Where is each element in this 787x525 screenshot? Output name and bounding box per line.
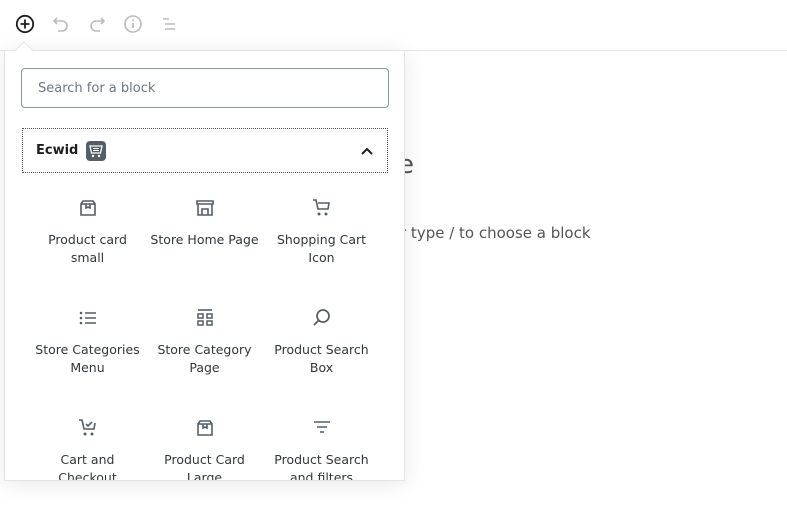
search-icon [312, 309, 330, 326]
block-list: Product card small Store Home Page Shoppin… [29, 191, 380, 481]
plus-circle-icon [15, 14, 35, 34]
block-item[interactable]: Product Search and filters [263, 411, 380, 481]
block-item[interactable]: Product Search Box [263, 301, 380, 411]
list-icon [163, 18, 175, 30]
chevron-up-icon[interactable] [360, 141, 374, 160]
block-hint[interactable]: r type / to choose a block [400, 224, 591, 242]
block-label: Store Category Page [157, 342, 252, 375]
cart-check-icon [78, 419, 96, 436]
grid-icon [196, 309, 213, 326]
block-item[interactable]: Product card small [29, 191, 146, 301]
block-search-input[interactable] [21, 68, 389, 108]
block-label: Store Categories Menu [35, 342, 140, 375]
store-icon [195, 200, 214, 216]
block-label: Product Search and filters [274, 452, 369, 481]
add-block-button[interactable] [13, 12, 37, 36]
block-label: Product Search Box [274, 342, 369, 375]
block-label: Product Card Large [164, 452, 245, 481]
cart-icon [312, 199, 330, 216]
redo-icon [90, 17, 106, 32]
block-label: Cart and Checkout [58, 452, 117, 481]
ecwid-panel-header[interactable]: Ecwid [22, 128, 388, 173]
block-label: Shopping Cart Icon [276, 232, 367, 265]
ecwid-cart-icon [86, 140, 107, 161]
redo-button[interactable] [85, 12, 109, 36]
box-icon [79, 200, 96, 216]
block-label: Store Home Page [150, 232, 259, 247]
block-item[interactable]: Store Category Page [146, 301, 263, 411]
info-button[interactable] [121, 12, 145, 36]
block-item[interactable]: Store Home Page [146, 191, 263, 301]
undo-icon [52, 17, 68, 32]
block-item[interactable]: Cart and Checkout [29, 411, 146, 481]
filter-icon [313, 421, 330, 433]
block-inserter-popover: Ecwid Product card small Store Home Page S… [4, 50, 405, 481]
block-item[interactable]: Shopping Cart Icon [263, 191, 380, 301]
undo-button[interactable] [49, 12, 73, 36]
info-icon [124, 15, 142, 33]
block-item[interactable]: Store Categories Menu [29, 301, 146, 411]
panel-title: Ecwid [36, 143, 79, 158]
box-icon [196, 420, 213, 436]
outline-button[interactable] [157, 12, 181, 36]
block-label: Product card small [48, 232, 127, 265]
editor-toolbar [0, 0, 787, 51]
block-item[interactable]: Product Card Large [146, 411, 263, 481]
list-icon [79, 311, 96, 325]
